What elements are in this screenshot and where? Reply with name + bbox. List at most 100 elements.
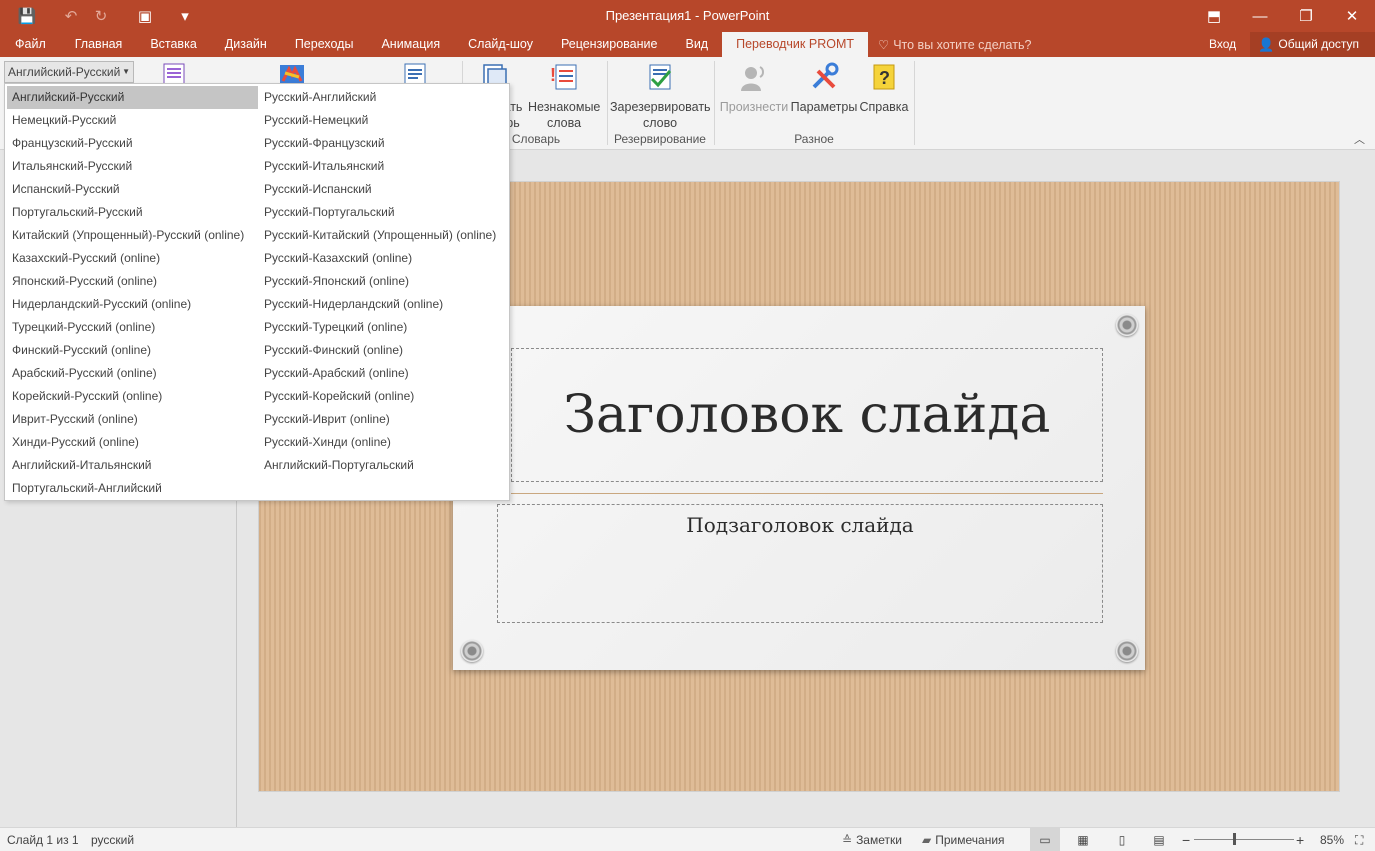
direction-option[interactable]: Русский-Хинди (online) xyxy=(259,431,507,454)
direction-option[interactable]: Русский-Французский xyxy=(259,132,507,155)
pronounce-button[interactable]: Произнести xyxy=(718,57,790,115)
direction-option[interactable]: Китайский (Упрощенный)-Русский (online) xyxy=(7,224,258,247)
start-slideshow-button[interactable]: ▣ xyxy=(130,0,160,32)
unknown-words-label-1: Незнакомые xyxy=(528,100,601,114)
direction-option[interactable]: Русский-Немецкий xyxy=(259,109,507,132)
ribbon-display-options-button[interactable]: ⬒ xyxy=(1191,0,1237,32)
notes-button[interactable]: ≙ Заметки xyxy=(842,828,902,851)
direction-option[interactable]: Русский-Иврит (online) xyxy=(259,408,507,431)
zoom-slider-thumb[interactable] xyxy=(1233,833,1236,845)
redo-button[interactable]: ↻ xyxy=(86,0,116,32)
view-reading-button[interactable]: ▯ xyxy=(1113,828,1131,851)
quick-access-toolbar: 💾 ↶ ↻ ▣ ▾ xyxy=(0,0,200,32)
unknown-words-icon: ! xyxy=(550,64,577,90)
slide-subtitle-placeholder[interactable]: Подзаголовок слайда xyxy=(497,504,1103,623)
share-button[interactable]: 👤 Общий доступ xyxy=(1250,32,1375,57)
share-label: Общий доступ xyxy=(1278,37,1359,51)
direction-option[interactable]: Русский-Испанский xyxy=(259,178,507,201)
comments-button[interactable]: ▰ Примечания xyxy=(922,828,1005,851)
direction-option[interactable]: Итальянский-Русский xyxy=(7,155,258,178)
tab-view[interactable]: Вид xyxy=(671,32,722,57)
tab-promt-translator[interactable]: Переводчик PROMT xyxy=(722,32,868,57)
direction-option[interactable]: Казахский-Русский (online) xyxy=(7,247,258,270)
tab-insert[interactable]: Вставка xyxy=(136,32,210,57)
reserve-word-button[interactable]: Зарезервировать слово xyxy=(610,57,711,131)
chevron-down-icon: ▾ xyxy=(181,8,189,25)
direction-option[interactable]: Португальский-Английский xyxy=(7,477,258,500)
sign-in-link[interactable]: Вход xyxy=(1195,32,1250,57)
tab-design[interactable]: Дизайн xyxy=(211,32,281,57)
direction-option[interactable]: Финский-Русский (online) xyxy=(7,339,258,362)
undo-button[interactable]: ↶ xyxy=(56,0,86,32)
tab-slideshow[interactable]: Слайд-шоу xyxy=(454,32,547,57)
view-slideshow-button[interactable]: ▤ xyxy=(1150,828,1168,851)
direction-option[interactable]: Испанский-Русский xyxy=(7,178,258,201)
window-controls: ⬒ — ❐ ✕ xyxy=(1191,0,1375,32)
view-normal-button[interactable]: ▭ xyxy=(1030,828,1060,851)
direction-option[interactable]: Иврит-Русский (online) xyxy=(7,408,258,431)
notes-label: Заметки xyxy=(856,833,902,847)
direction-option[interactable]: Немецкий-Русский xyxy=(7,109,258,132)
rivet-decoration xyxy=(1116,314,1138,336)
tab-animations[interactable]: Анимация xyxy=(367,32,454,57)
unknown-words-button[interactable]: ! Незнакомые слова xyxy=(528,57,600,131)
direction-option[interactable]: Арабский-Русский (online) xyxy=(7,362,258,385)
chevron-up-icon: ︿ xyxy=(1354,134,1365,146)
direction-option[interactable]: Русский-Португальский xyxy=(259,201,507,224)
direction-option[interactable]: Русский-Итальянский xyxy=(259,155,507,178)
direction-option[interactable]: Русский-Японский (online) xyxy=(259,270,507,293)
language-indicator[interactable]: русский xyxy=(91,828,134,851)
slide-title-placeholder[interactable]: Заголовок слайда xyxy=(511,348,1103,482)
direction-option[interactable]: Хинди-Русский (online) xyxy=(7,431,258,454)
rivet-decoration xyxy=(1116,640,1138,662)
direction-option[interactable]: Английский-Португальский xyxy=(259,454,507,477)
direction-option[interactable]: Английский-Итальянский xyxy=(7,454,258,477)
close-button[interactable]: ✕ xyxy=(1329,0,1375,32)
minimize-button[interactable]: — xyxy=(1237,0,1283,32)
direction-option[interactable]: Нидерландский-Русский (online) xyxy=(7,293,258,316)
collapse-ribbon-button[interactable]: ︿ xyxy=(1354,131,1365,147)
direction-option[interactable]: Русский-Турецкий (online) xyxy=(259,316,507,339)
direction-option[interactable]: Русский-Арабский (online) xyxy=(259,362,507,385)
view-slide-sorter-button[interactable]: ▦ xyxy=(1074,828,1092,851)
tab-file[interactable]: Файл xyxy=(0,32,61,57)
zoom-level[interactable]: 85% xyxy=(1320,828,1344,851)
direction-option[interactable]: Русский-Корейский (online) xyxy=(259,385,507,408)
slide-counter[interactable]: Слайд 1 из 1 xyxy=(7,828,79,851)
fit-slide-button[interactable]: ⛶ xyxy=(1355,828,1363,851)
tell-me-box[interactable]: ♡ Что вы хотите сделать? xyxy=(868,32,1031,57)
save-button[interactable]: 💾 xyxy=(12,0,42,32)
group-separator xyxy=(714,61,715,145)
parameters-button[interactable]: Параметры xyxy=(790,57,858,115)
help-button[interactable]: ? Справка xyxy=(858,57,910,115)
zoom-in-button[interactable]: + xyxy=(1296,828,1304,851)
tab-home[interactable]: Главная xyxy=(61,32,137,57)
group-label-misc: Разное xyxy=(794,132,834,146)
notes-icon: ≙ xyxy=(842,833,853,847)
direction-option[interactable]: Японский-Русский (online) xyxy=(7,270,258,293)
direction-option[interactable]: Русский-Английский xyxy=(259,86,507,109)
reading-view-icon: ▯ xyxy=(1118,833,1126,847)
direction-option[interactable]: Французский-Русский xyxy=(7,132,258,155)
close-icon: ✕ xyxy=(1345,8,1359,25)
lightbulb-icon: ♡ xyxy=(878,38,890,52)
translation-direction-combo[interactable]: Английский-Русский ▼ xyxy=(4,61,134,83)
zoom-out-button[interactable]: − xyxy=(1182,828,1190,851)
tab-review[interactable]: Рецензирование xyxy=(547,32,672,57)
person-icon: 👤 xyxy=(1258,37,1275,52)
direction-option[interactable]: Русский-Китайский (Упрощенный) (online) xyxy=(259,224,507,247)
direction-option[interactable]: Английский-Русский xyxy=(7,86,258,109)
zoom-slider-track[interactable] xyxy=(1194,839,1294,840)
direction-option[interactable]: Русский-Нидерландский (online) xyxy=(259,293,507,316)
direction-option[interactable]: Корейский-Русский (online) xyxy=(7,385,258,408)
direction-option[interactable]: Русский-Финский (online) xyxy=(259,339,507,362)
normal-view-icon: ▭ xyxy=(1039,833,1051,847)
help-icon: ? xyxy=(873,64,895,90)
customize-qat-button[interactable]: ▾ xyxy=(170,0,200,32)
direction-option[interactable]: Турецкий-Русский (online) xyxy=(7,316,258,339)
tab-transitions[interactable]: Переходы xyxy=(281,32,368,57)
direction-option[interactable]: Русский-Казахский (online) xyxy=(259,247,507,270)
title-bar: 💾 ↶ ↻ ▣ ▾ Презентация1 - PowerPoint ⬒ — … xyxy=(0,0,1375,32)
direction-option[interactable]: Португальский-Русский xyxy=(7,201,258,224)
restore-button[interactable]: ❐ xyxy=(1283,0,1329,32)
